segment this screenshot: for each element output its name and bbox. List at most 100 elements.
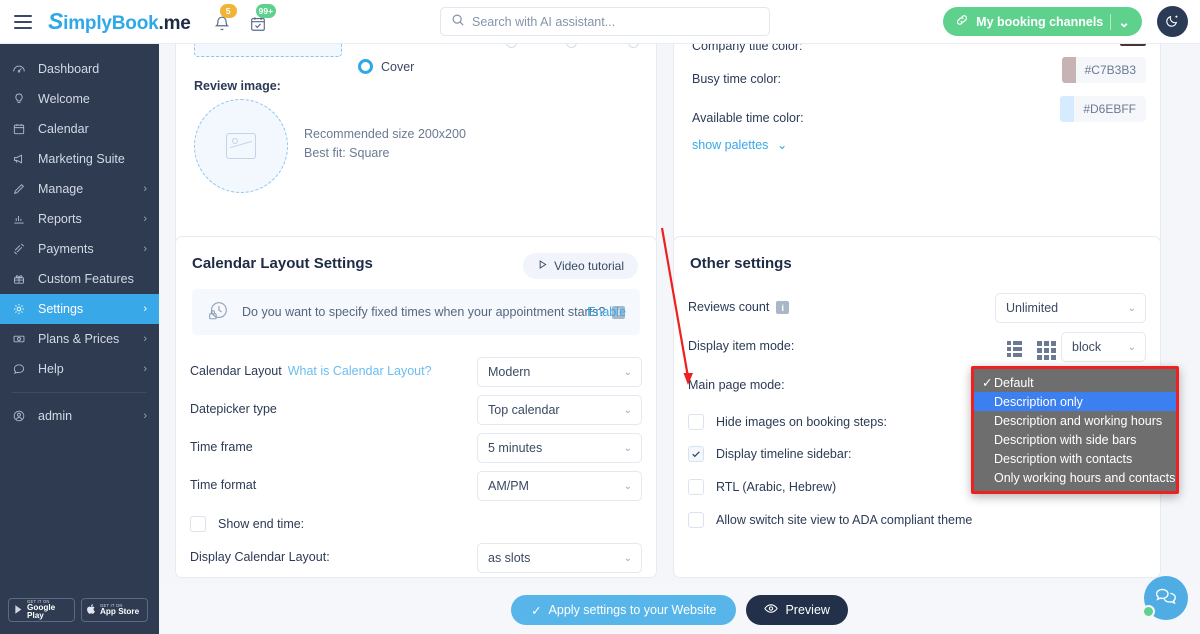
reviews-count-row: Reviews count i Unlimited ⌄ xyxy=(688,293,1146,323)
video-tutorial-label: Video tutorial xyxy=(554,259,624,273)
brand-logo[interactable]: SimplyBook.me xyxy=(48,8,191,35)
hide-images-label: Hide images on booking steps: xyxy=(716,415,887,429)
sidebar-item-account[interactable]: admin › xyxy=(0,401,159,431)
time-frame-select[interactable]: 5 minutes ⌄ xyxy=(477,433,642,463)
ada-theme-checkbox[interactable] xyxy=(688,512,704,528)
available-time-color-swatch[interactable] xyxy=(1060,96,1075,122)
google-play-label: Google Play xyxy=(27,602,56,621)
moon-icon xyxy=(1164,12,1181,32)
rtl-checkbox[interactable] xyxy=(688,479,704,495)
display-calendar-layout-select[interactable]: as slots ⌄ xyxy=(477,543,642,573)
bell-badge: 5 xyxy=(219,3,237,18)
sidebar-item-payments[interactable]: Payments › xyxy=(0,234,159,264)
show-palettes-label: show palettes xyxy=(692,138,769,152)
sidebar-item-help[interactable]: Help › xyxy=(0,354,159,384)
other-settings-title: Other settings xyxy=(690,255,792,272)
sidebar-item-reports[interactable]: Reports › xyxy=(0,204,159,234)
banknotes-icon xyxy=(12,242,32,256)
search-input[interactable] xyxy=(472,14,759,29)
sidebar-nav: Dashboard Welcome Calendar Marketing Sui… xyxy=(0,44,159,431)
review-image-dropzone[interactable] xyxy=(194,99,288,193)
show-palettes-link[interactable]: show palettes ⌄ xyxy=(692,137,787,152)
apply-settings-button[interactable]: ✓ Apply settings to your Website xyxy=(511,595,737,625)
chevron-right-icon: › xyxy=(143,333,147,345)
available-time-color-label: Available time color: xyxy=(692,111,804,125)
cover-radio-row: Cover xyxy=(358,59,414,74)
display-item-mode-select[interactable]: block ⌄ xyxy=(1061,332,1146,362)
search-container xyxy=(440,7,770,36)
sidebar-item-dashboard[interactable]: Dashboard xyxy=(0,54,159,84)
time-frame-row: Time frame 5 minutes ⌄ xyxy=(190,433,642,463)
datepicker-type-select[interactable]: Top calendar ⌄ xyxy=(477,395,642,425)
reviews-count-select[interactable]: Unlimited ⌄ xyxy=(995,293,1146,323)
sidebar-item-plans-prices[interactable]: Plans & Prices › xyxy=(0,324,159,354)
list-view-icon[interactable] xyxy=(1007,341,1022,357)
busy-time-color-swatch[interactable] xyxy=(1061,57,1076,83)
datepicker-type-label: Datepicker type xyxy=(190,402,277,416)
datepicker-type-value: Top calendar xyxy=(488,403,560,417)
bell-icon[interactable]: 5 xyxy=(213,3,237,33)
display-item-mode-value: block xyxy=(1072,340,1102,354)
sidebar-item-custom-features[interactable]: Custom Features xyxy=(0,264,159,294)
show-end-time-checkbox[interactable] xyxy=(190,516,206,532)
chat-widget-button[interactable] xyxy=(1142,576,1188,620)
busy-time-color-label: Busy time color: xyxy=(692,72,781,86)
what-is-calendar-layout-link[interactable]: What is Calendar Layout? xyxy=(288,364,432,378)
sidebar-item-label: Calendar xyxy=(38,122,89,136)
app-store-label: App Store xyxy=(100,607,140,616)
image-placeholder-icon xyxy=(226,133,256,159)
dropdown-option-description-only[interactable]: Description only xyxy=(974,392,1176,411)
calendar-layout-label: Calendar Layout What is Calendar Layout? xyxy=(190,364,432,378)
search-box[interactable] xyxy=(440,7,770,36)
chevron-down-icon: ⌄ xyxy=(1127,302,1136,314)
dropdown-option-default[interactable]: ✓ Default xyxy=(974,373,1176,392)
enable-link[interactable]: Enable xyxy=(587,305,626,319)
sidebar-item-manage[interactable]: Manage › xyxy=(0,174,159,204)
info-icon[interactable]: i xyxy=(776,301,790,315)
busy-time-color-field[interactable]: #C7B3B3 xyxy=(1061,57,1146,83)
chevron-right-icon: › xyxy=(143,303,147,315)
sidebar-item-label: Manage xyxy=(38,182,84,196)
sidebar-item-calendar[interactable]: Calendar xyxy=(0,114,159,144)
recommended-size-text: Recommended size 200x200 xyxy=(304,127,466,141)
display-timeline-sidebar-checkbox[interactable] xyxy=(688,446,704,462)
dropdown-option-description-with-contacts[interactable]: Description with contacts xyxy=(974,449,1176,468)
chat-bubbles-icon xyxy=(1155,586,1178,610)
video-tutorial-button[interactable]: Video tutorial xyxy=(523,253,638,279)
play-icon xyxy=(537,259,548,273)
cover-radio[interactable] xyxy=(358,59,373,74)
calendar-layout-label-text: Calendar Layout xyxy=(190,364,282,378)
sidebar-item-label: admin xyxy=(38,409,73,423)
sidebar: Dashboard Welcome Calendar Marketing Sui… xyxy=(0,44,159,634)
review-image-label: Review image: xyxy=(194,79,281,93)
dropdown-option-only-working-hours-and-contacts[interactable]: Only working hours and contacts xyxy=(974,468,1176,487)
sidebar-item-marketing-suite[interactable]: Marketing Suite xyxy=(0,144,159,174)
sidebar-item-settings[interactable]: Settings › xyxy=(0,294,159,324)
dropdown-option-description-with-side-bars[interactable]: Description with side bars xyxy=(974,430,1176,449)
sidebar-item-label: Settings xyxy=(38,302,84,316)
sidebar-item-welcome[interactable]: Welcome xyxy=(0,84,159,114)
my-booking-channels-button[interactable]: My booking channels ⌄ xyxy=(943,7,1142,36)
grid-view-icon[interactable] xyxy=(1037,341,1056,360)
available-time-color-value: #D6EBFF xyxy=(1083,102,1136,116)
dropdown-option-label: Description with contacts xyxy=(994,451,1133,466)
calendar-layout-select[interactable]: Modern ⌄ xyxy=(477,357,642,387)
dark-mode-toggle[interactable] xyxy=(1157,6,1188,37)
time-format-select[interactable]: AM/PM ⌄ xyxy=(477,471,642,501)
available-time-color-field[interactable]: #D6EBFF xyxy=(1060,96,1146,122)
preview-label: Preview xyxy=(785,603,830,617)
main-page-mode-dropdown[interactable]: ✓ Default Description only Description a… xyxy=(971,366,1179,494)
app-store-badge[interactable]: GET IT ON App Store xyxy=(81,598,148,622)
brand-logo-main: implyBook xyxy=(63,13,159,34)
preview-button[interactable]: Preview xyxy=(746,595,848,625)
pencil-icon xyxy=(12,182,32,196)
sidebar-item-label: Reports xyxy=(38,212,82,226)
gift-icon xyxy=(12,272,32,286)
footer-actions: ✓ Apply settings to your Website Preview xyxy=(159,586,1200,634)
chevron-down-icon: ⌄ xyxy=(623,552,632,564)
hide-images-checkbox[interactable] xyxy=(688,414,704,430)
dropdown-option-description-and-working-hours[interactable]: Description and working hours xyxy=(974,411,1176,430)
hamburger-icon[interactable] xyxy=(14,14,32,29)
calendar-check-icon[interactable]: 99+ xyxy=(249,3,277,33)
google-play-badge[interactable]: GET IT ON Google Play xyxy=(8,598,75,622)
